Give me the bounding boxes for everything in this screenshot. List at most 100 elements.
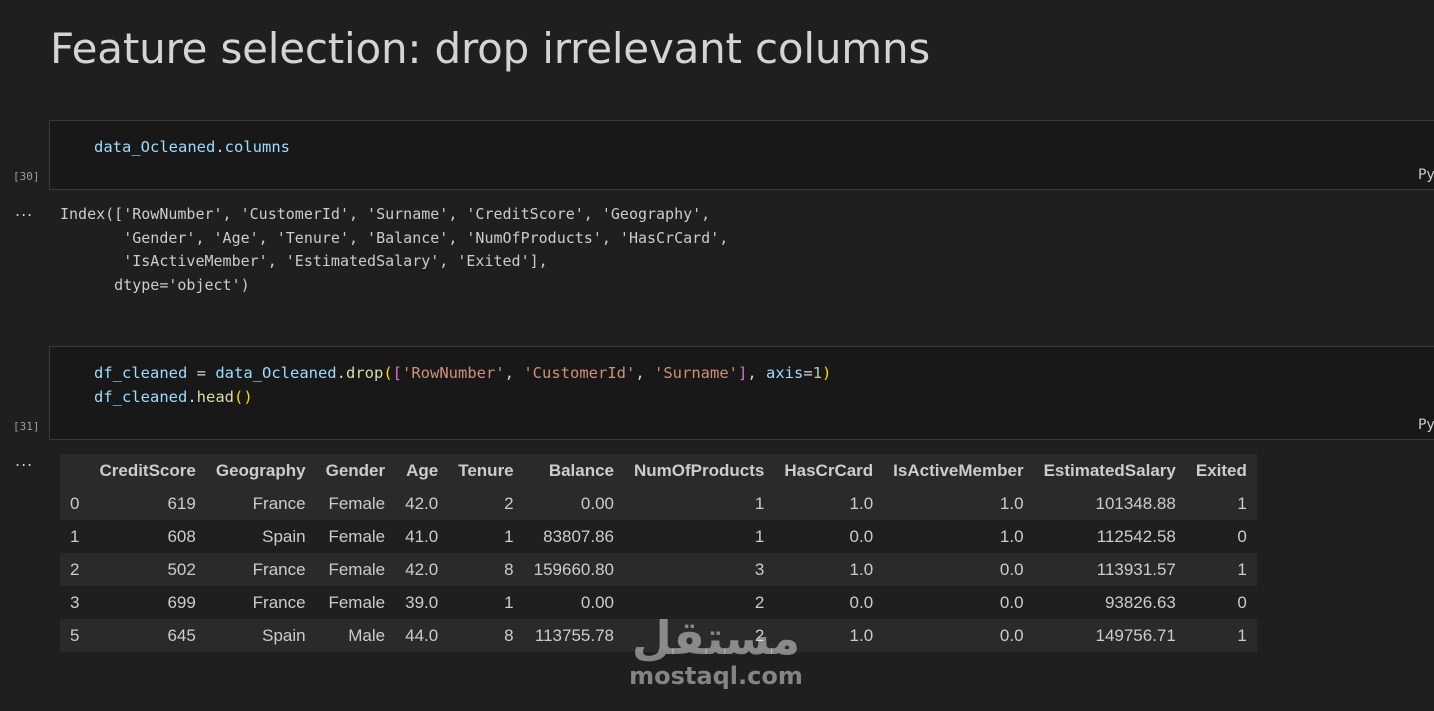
code-token: columns [224,138,290,156]
table-cell: 1 [1237,559,1247,579]
code-cell-30[interactable]: data_Ocleaned.columns Python [49,120,1434,190]
cell-language-label[interactable]: Python [1418,167,1434,183]
output-actions-button[interactable]: ... [15,451,33,470]
watermark-latin-text: mostaql.com [629,662,803,690]
code-line: df_cleaned.head() [94,385,831,409]
cell-output-text: Index(['RowNumber', 'CustomerId', 'Surna… [60,203,728,298]
column-header: Tenure [448,454,524,487]
table-cell: 0.0 [999,592,1024,612]
table-cell: 1.0 [849,559,874,579]
table-cell: 159660.80 [533,559,615,579]
table-cell: 2 [504,493,514,513]
table-cell: France [252,493,306,513]
output-line: dtype='object') [60,276,250,295]
table-cell: 1 [1237,625,1247,645]
execution-count: [30] [13,170,40,183]
code-token: . [187,388,197,406]
table-cell: Male [348,625,386,645]
table-header-row: CreditScore Geography Gender Age Tenure Balan… [60,454,1257,487]
table-cell: 8 [504,625,514,645]
code-token: = [803,364,813,382]
table-cell: 8 [504,559,514,579]
table-cell: 39.0 [405,592,439,612]
table-cell: 0.0 [849,526,874,546]
table-cell: 1.0 [999,526,1024,546]
execution-count: [31] [13,420,40,433]
code-token: , [747,364,767,382]
table-cell: 42.0 [405,559,439,579]
table-cell: France [252,559,306,579]
code-token: [ [392,364,403,382]
output-line: 'Gender', 'Age', 'Tenure', 'Balance', 'N… [60,228,729,247]
table-cell: Female [328,493,386,513]
row-index: 3 [70,592,80,612]
column-header: Gender [315,454,396,487]
code-cell-31[interactable]: df_cleaned = data_Ocleaned.drop(['RowNum… [49,346,1434,440]
code-token: drop [346,364,384,382]
table-cell: 1 [754,493,765,513]
table-cell: 3 [754,559,765,579]
code-token: , [504,364,524,382]
row-index: 5 [70,625,80,645]
table-cell: 113931.57 [1096,559,1176,579]
code-line: data_Ocleaned.columns [94,135,290,159]
table-cell: 93826.63 [1104,592,1176,612]
table-cell: 112542.58 [1096,526,1176,546]
code-token: data_Ocleaned [94,138,216,156]
column-header: Exited [1185,454,1257,487]
column-header: NumOfProducts [624,454,775,487]
table-cell: 1.0 [999,493,1024,513]
table-cell: 608 [167,526,196,546]
table-cell: 0.00 [580,493,615,513]
code-token: 'RowNumber' [402,364,505,382]
code-token: 1 [812,364,823,382]
code-token: data_Ocleaned [215,364,337,382]
code-editor[interactable]: data_Ocleaned.columns [94,135,290,159]
code-token: head [196,388,234,406]
table-cell: 0 [1237,526,1247,546]
output-actions-button[interactable]: ... [15,201,33,220]
table-cell: 41.0 [405,526,439,546]
code-token: df_cleaned [94,388,188,406]
output-line: 'IsActiveMember', 'EstimatedSalary', 'Ex… [60,252,548,271]
table-cell: 1 [504,526,514,546]
code-token: , [635,364,654,382]
table-cell: 0.0 [999,625,1024,645]
row-index: 1 [70,526,80,546]
cell-language-label[interactable]: Python [1418,417,1434,433]
table-cell: 502 [167,559,196,579]
code-token: axis [766,364,804,382]
table-cell: 645 [167,625,196,645]
column-header: Age [395,454,449,487]
table-cell: 42.0 [405,493,439,513]
markdown-heading: Feature selection: drop irrelevant colum… [50,24,931,73]
table-row: 1 608 Spain Female 41.0 1 83807.86 1 0.0 1.0 11254… [60,520,1257,553]
column-header: IsActiveMember [883,454,1034,487]
table-cell: Female [328,526,386,546]
table-cell: 0.0 [999,559,1024,579]
code-token: . [215,138,225,156]
code-token: = [187,364,216,382]
row-index: 0 [70,493,80,513]
table-cell: 699 [167,592,196,612]
code-token: 'Surname' [654,364,738,382]
table-row: 2 502 France Female 42.0 8 159660.80 3 1.0 0.0 113… [60,553,1257,586]
table-cell: 1 [1237,493,1247,513]
code-editor[interactable]: df_cleaned = data_Ocleaned.drop(['RowNum… [94,361,831,409]
code-token: ) [822,364,832,382]
watermark-arabic-text: مستقل [631,611,801,665]
code-token: ] [738,364,748,382]
table-cell: Female [328,559,386,579]
table-cell: 1.0 [849,493,874,513]
table-cell: 101348.88 [1095,493,1176,513]
column-header: CreditScore [89,454,206,487]
table-cell: 1 [754,526,765,546]
table-cell: Spain [262,625,306,645]
code-token: df_cleaned [94,364,188,382]
row-index: 2 [70,559,80,579]
code-token: () [234,388,253,406]
table-cell: 44.0 [405,625,439,645]
table-cell: 149756.71 [1095,625,1176,645]
table-cell: France [252,592,306,612]
table-cell: 0.00 [580,592,615,612]
